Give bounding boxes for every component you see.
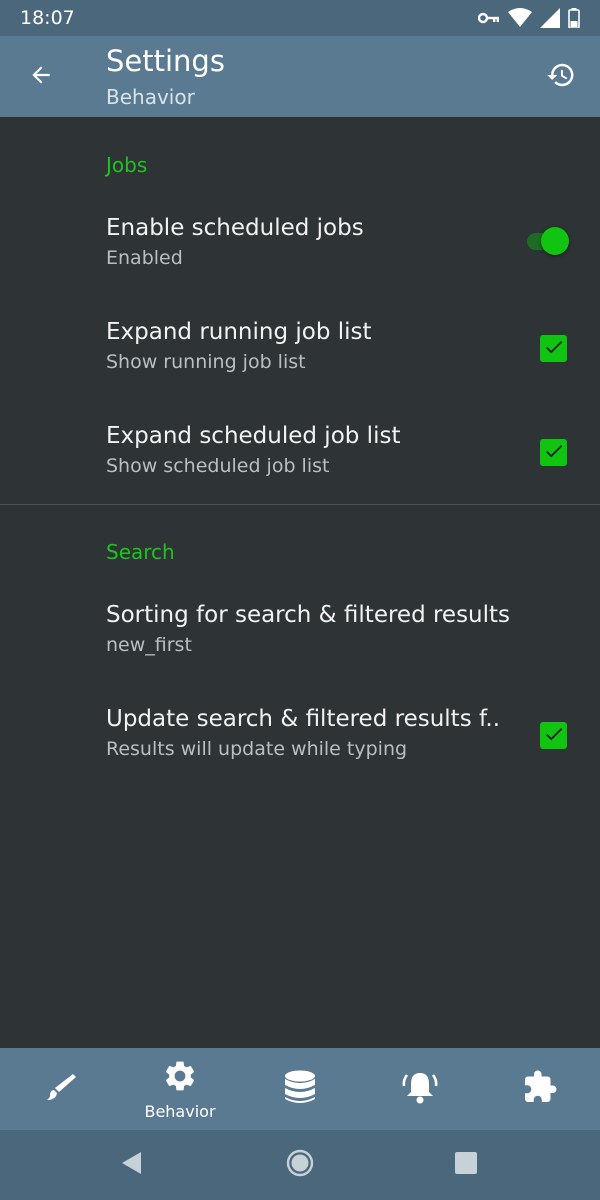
pref-summary: new_first <box>106 634 192 656</box>
pref-search-sorting[interactable]: Sorting for search & filtered results ne… <box>0 602 600 698</box>
back-button[interactable] <box>20 56 62 98</box>
history-icon <box>546 60 576 94</box>
pref-update-search-while-typing[interactable]: Update search & filtered results f.. Res… <box>0 706 600 802</box>
system-home-button[interactable] <box>285 1148 315 1182</box>
pref-title: Expand scheduled job list <box>106 423 401 449</box>
pref-title: Enable scheduled jobs <box>106 215 364 241</box>
pref-title: Sorting for search & filtered results <box>106 602 511 628</box>
wifi-icon <box>508 8 532 28</box>
status-bar: 18:07 <box>0 0 600 36</box>
system-back-button[interactable] <box>116 1150 146 1180</box>
checkmark-icon <box>543 336 565 362</box>
nav-label-behavior: Behavior <box>144 1101 216 1121</box>
pref-enable-scheduled-jobs[interactable]: Enable scheduled jobs Enabled <box>0 215 600 311</box>
pref-summary: Show running job list <box>106 351 306 373</box>
section-header-jobs: Jobs <box>106 153 148 177</box>
nav-item-plugins[interactable] <box>490 1048 590 1130</box>
pref-expand-running-job-list[interactable]: Expand running job list Show running job… <box>0 319 600 415</box>
puzzle-icon <box>522 1069 558 1109</box>
nav-item-database[interactable] <box>250 1048 350 1130</box>
app-bar: Settings Behavior <box>0 36 600 117</box>
running-job-list-checkbox[interactable] <box>540 335 567 362</box>
checkmark-icon <box>543 440 565 466</box>
switch-thumb <box>541 227 569 255</box>
vpn-key-icon <box>478 11 500 25</box>
page-title: Settings <box>106 44 225 78</box>
pref-summary: Enabled <box>106 247 183 269</box>
gear-icon <box>162 1058 198 1098</box>
pref-title: Update search & filtered results f.. <box>106 706 501 732</box>
pref-summary: Show scheduled job list <box>106 455 330 477</box>
signal-icon <box>540 8 560 28</box>
brush-icon <box>42 1069 78 1109</box>
nav-item-notifications[interactable] <box>370 1048 470 1130</box>
nav-item-behavior[interactable]: Behavior <box>130 1048 230 1130</box>
system-recents-button[interactable] <box>451 1150 481 1180</box>
recents-square-icon <box>454 1151 478 1179</box>
scheduled-jobs-switch[interactable] <box>525 227 573 255</box>
back-arrow-icon <box>28 62 54 92</box>
status-icons <box>478 8 580 28</box>
pref-title: Expand running job list <box>106 319 372 345</box>
status-time: 18:07 <box>20 7 75 29</box>
database-icon <box>283 1069 317 1109</box>
section-divider <box>0 504 600 505</box>
settings-list: Jobs Enable scheduled jobs Enabled Expan… <box>0 117 600 1048</box>
scheduled-job-list-checkbox[interactable] <box>540 439 567 466</box>
page-subtitle: Behavior <box>106 85 195 109</box>
battery-icon <box>568 8 580 28</box>
back-triangle-icon <box>119 1150 143 1180</box>
update-search-checkbox[interactable] <box>540 722 567 749</box>
history-button[interactable] <box>540 56 582 98</box>
home-circle-icon <box>285 1148 315 1182</box>
section-header-search: Search <box>106 540 175 564</box>
pref-summary: Results will update while typing <box>106 738 408 760</box>
nav-item-appearance[interactable] <box>10 1048 110 1130</box>
system-nav-bar <box>0 1130 600 1200</box>
bell-icon <box>401 1069 439 1109</box>
bottom-nav: Behavior <box>0 1048 600 1130</box>
checkmark-icon <box>543 723 565 749</box>
